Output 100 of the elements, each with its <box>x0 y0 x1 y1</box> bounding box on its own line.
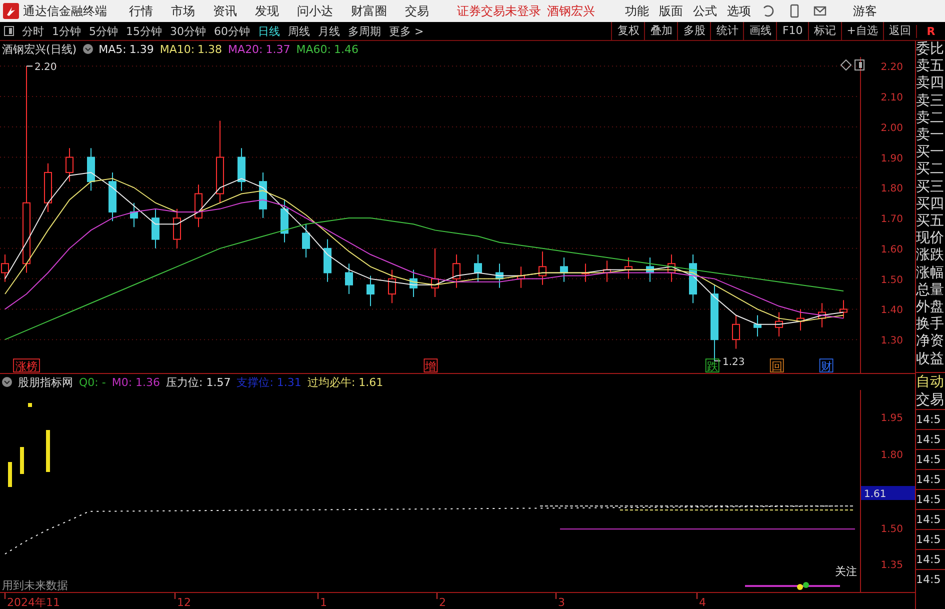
quote-label: 买四 <box>916 196 945 214</box>
quote-label: 外盘 <box>916 299 945 316</box>
quote-label: 卖四 <box>916 75 945 93</box>
date-tick: 2 <box>439 596 446 609</box>
period-tab[interactable]: 周线 <box>284 24 314 38</box>
period-tab[interactable]: 多周期 <box>344 24 385 38</box>
ma-legend-label: MA10: <box>160 42 195 56</box>
menu-item[interactable]: 功能 <box>625 2 649 20</box>
mode-label[interactable]: 自动 <box>916 372 945 391</box>
menu-item[interactable]: 交易 <box>405 2 429 20</box>
signal-marker: 回 <box>770 358 784 373</box>
period-tab[interactable]: 5分钟 <box>85 24 122 38</box>
toolbar-button[interactable]: 画线 <box>743 22 776 40</box>
toolbar-button[interactable]: 多股 <box>677 22 710 40</box>
price-tick: 1.40 <box>880 305 903 316</box>
toolbar-button[interactable]: F10 <box>776 22 808 40</box>
period-tab[interactable]: 1分钟 <box>48 24 85 38</box>
quote-label: 买二 <box>916 161 945 179</box>
quote-label: 卖五 <box>916 58 945 76</box>
candlestick <box>173 208 181 249</box>
period-tab[interactable]: 月线 <box>314 24 344 38</box>
quote-label: 涨幅 <box>916 264 945 282</box>
period-tab[interactable]: 15分钟 <box>122 24 166 38</box>
period-tab[interactable]: 30分钟 <box>166 24 210 38</box>
toolbar-button[interactable]: 标记 <box>808 22 841 40</box>
candlestick <box>366 275 374 307</box>
trade-time: 14:5 <box>916 428 945 449</box>
quote-label: 现价 <box>916 230 945 248</box>
ma-legend-value: 1.39 <box>129 42 154 56</box>
candlestick <box>345 263 353 294</box>
refresh-icon[interactable] <box>761 4 775 18</box>
quote-label: 卖一 <box>916 127 945 144</box>
ma-legend-label: MA60: <box>296 42 331 56</box>
candlestick <box>474 254 482 282</box>
menu-item[interactable]: 行情 <box>129 2 153 20</box>
signal-marker: 财 <box>819 358 834 373</box>
candlestick <box>775 312 783 338</box>
quote-label: 净资 <box>916 333 945 351</box>
candlestick <box>689 254 697 304</box>
chevron-icon[interactable] <box>82 44 93 54</box>
quote-label: 买一 <box>916 144 945 162</box>
menu-item[interactable]: 公式 <box>693 2 717 20</box>
period-tab[interactable]: 日线 <box>254 24 284 38</box>
menu-item[interactable]: 问小达 <box>297 2 333 20</box>
candlestick <box>324 238 332 282</box>
candlestick <box>452 254 460 288</box>
candlestick <box>754 314 762 338</box>
candlestick <box>517 266 525 288</box>
candlestick <box>152 208 160 249</box>
candlestick <box>840 300 848 319</box>
date-tick: 1 <box>320 596 327 609</box>
menu-item[interactable]: 选项 <box>727 2 751 20</box>
indicator-name: 股朋指标网 <box>18 374 73 390</box>
candlestick <box>582 263 590 282</box>
trade-time: 14:5 <box>916 548 945 569</box>
panel-toggle-icon[interactable] <box>854 60 864 70</box>
period-tab[interactable]: 60分钟 <box>210 24 254 38</box>
annotation-label: 1.23 <box>722 356 745 368</box>
indicator-legend: Q0: - <box>79 376 106 388</box>
toolbar-button[interactable]: +自选 <box>840 22 883 40</box>
candlestick <box>44 162 52 212</box>
quote-label: 买五 <box>916 213 945 230</box>
mail-icon[interactable] <box>813 4 827 18</box>
toolbar-button[interactable]: 复权 <box>611 22 644 40</box>
candlestick <box>130 202 138 228</box>
trade-time: 14:5 <box>916 468 945 489</box>
toolbar-button[interactable]: 统计 <box>710 22 744 40</box>
r-badge: R <box>916 24 945 38</box>
candlestick <box>66 148 74 182</box>
panel-toggle-icon[interactable] <box>4 26 14 36</box>
candlestick <box>302 224 310 258</box>
ma-legend-value: 1.38 <box>198 42 222 56</box>
indicator-legend: 压力位: 1.57 <box>166 374 231 390</box>
user-label[interactable]: 游客 <box>853 2 877 20</box>
chevron-icon[interactable] <box>2 377 12 387</box>
candlestick <box>732 314 740 350</box>
candlestick <box>238 148 246 192</box>
period-tab[interactable]: 分时 <box>18 24 48 38</box>
candlestick <box>603 260 611 282</box>
quote-label: 涨跌 <box>916 247 945 265</box>
diamond-icon[interactable] <box>840 59 852 71</box>
price-tick: 2.20 <box>880 62 903 74</box>
menu-item[interactable]: 版面 <box>659 2 683 20</box>
menu-item[interactable]: 财富圈 <box>351 2 387 20</box>
candlestick <box>388 269 396 304</box>
indicator-legend: 过均必牛: 1.61 <box>307 374 384 390</box>
quote-label: 买三 <box>916 178 945 196</box>
date-tick: 2024年11 <box>7 596 60 609</box>
candlestick <box>668 254 676 282</box>
indicator-tick: 1.50 <box>880 524 903 535</box>
menu-item[interactable]: 市场 <box>171 2 195 20</box>
date-tick: 3 <box>558 596 565 609</box>
candlestick <box>796 308 804 331</box>
menu-item[interactable]: 资讯 <box>213 2 237 20</box>
price-tick: 1.50 <box>880 274 903 286</box>
indicator-legend: 支撑位: 1.31 <box>236 374 302 390</box>
menu-item[interactable]: 发现 <box>255 2 279 20</box>
toolbar-button[interactable]: 返回 <box>883 22 916 40</box>
period-tab[interactable]: 更多 > <box>385 24 428 38</box>
toolbar-button[interactable]: 叠加 <box>644 22 678 40</box>
